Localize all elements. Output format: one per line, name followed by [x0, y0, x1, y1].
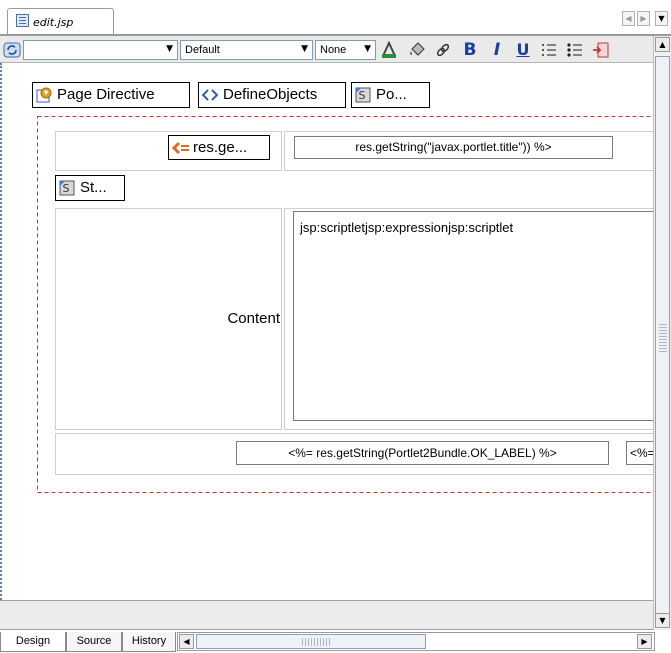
title-expression-label: res.ge...: [193, 139, 248, 156]
expression-icon: [171, 140, 189, 156]
title-expression-button[interactable]: res.ge...: [168, 135, 270, 160]
editor-tab-strip: edit.jsp ◀ ▶ ▼: [0, 0, 671, 36]
scroll-grip: [302, 638, 332, 646]
define-objects-icon: [201, 87, 219, 103]
scriptlet-icon: S: [355, 87, 371, 103]
content-textarea[interactable]: jsp:scriptletjsp:expressionjsp:scriptlet: [293, 211, 653, 421]
horizontal-scrollbar[interactable]: ◀ ▶: [177, 632, 655, 651]
editor-tab-edit-jsp[interactable]: edit.jsp: [7, 8, 114, 34]
formatting-toolbar: ▼ Default ▼ None ▼ B I U: [0, 36, 671, 63]
chevron-down-icon: ▼: [364, 44, 371, 54]
tab-list-menu-button[interactable]: ▼: [655, 11, 668, 26]
horizontal-scroll-thumb[interactable]: [196, 634, 426, 649]
scriptlet-label: St...: [80, 179, 107, 196]
text-color-icon[interactable]: [380, 40, 398, 59]
scroll-tabs-left-button[interactable]: ◀: [622, 11, 635, 26]
content-label: Content: [227, 310, 280, 327]
vertical-scrollbar[interactable]: ▲ ▼: [653, 36, 671, 630]
svg-text:S: S: [359, 89, 366, 102]
scroll-up-button[interactable]: ▲: [655, 37, 670, 52]
fill-color-icon[interactable]: [408, 41, 426, 59]
font-family-value: Default: [185, 44, 220, 56]
tab-design[interactable]: Design: [0, 632, 66, 652]
italic-button[interactable]: I: [488, 41, 506, 59]
scroll-tabs-right-button[interactable]: ▶: [637, 11, 650, 26]
page-directive-icon: [36, 87, 52, 103]
ok-label-expression[interactable]: <%= res.getString(Portlet2Bundle.OK_LABE…: [236, 441, 609, 465]
design-canvas[interactable]: Page Directive DefineObjects S Po... res…: [0, 63, 653, 600]
editor-tab-label: edit.jsp: [33, 16, 74, 29]
define-objects-label: DefineObjects: [223, 86, 318, 103]
font-family-select[interactable]: Default ▼: [180, 40, 313, 60]
portlet-scriptlet-button[interactable]: S Po...: [351, 82, 430, 108]
portlet-scriptlet-label: Po...: [376, 86, 407, 103]
scroll-grip: [659, 322, 667, 352]
cancel-label-expression[interactable]: <%=: [626, 441, 653, 465]
refresh-icon[interactable]: [3, 41, 21, 59]
chevron-down-icon: ▼: [166, 44, 173, 54]
content-text: jsp:scriptletjsp:expressionjsp:scriptlet: [300, 220, 514, 235]
define-objects-button[interactable]: DefineObjects: [198, 82, 346, 108]
editor-bottom-bar: Design Source History ◀ ▶: [0, 630, 671, 653]
tab-history[interactable]: History: [122, 632, 176, 652]
indent-icon[interactable]: [592, 41, 610, 59]
chevron-down-icon: ▼: [301, 44, 308, 54]
paragraph-style-select[interactable]: ▼: [23, 40, 178, 60]
font-size-value: None: [320, 44, 347, 56]
scriptlet-icon: S: [59, 180, 75, 196]
numbered-list-icon[interactable]: [540, 41, 558, 59]
underline-button[interactable]: U: [514, 41, 532, 59]
tab-source[interactable]: Source: [66, 632, 122, 652]
scroll-right-button[interactable]: ▶: [637, 634, 652, 649]
scroll-left-button[interactable]: ◀: [179, 634, 194, 649]
scroll-down-button[interactable]: ▼: [655, 613, 670, 628]
svg-text:S: S: [63, 182, 70, 195]
jsp-file-icon: [16, 14, 29, 27]
vertical-scroll-thumb[interactable]: [655, 56, 670, 616]
title-expression-text[interactable]: res.getString("javax.portlet.title")) %>: [294, 136, 613, 159]
bullet-list-icon[interactable]: [566, 41, 584, 59]
page-directive-label: Page Directive: [57, 86, 155, 103]
link-icon[interactable]: [434, 41, 452, 59]
structure-status-bar: [0, 600, 653, 630]
font-size-select[interactable]: None ▼: [315, 40, 376, 60]
scriptlet-button[interactable]: S St...: [55, 175, 125, 201]
bold-button[interactable]: B: [461, 41, 479, 59]
page-directive-button[interactable]: Page Directive: [32, 82, 190, 108]
